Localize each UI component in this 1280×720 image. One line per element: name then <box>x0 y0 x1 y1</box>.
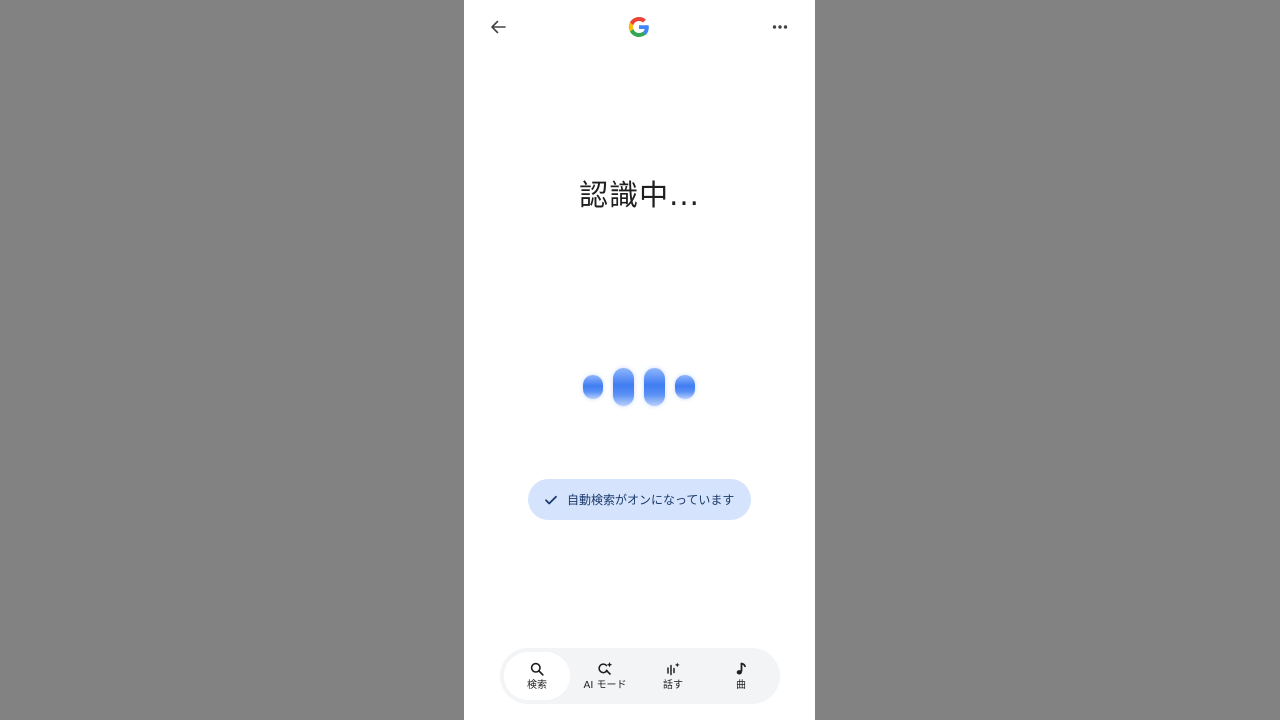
nav-item-label: 曲 <box>736 679 746 691</box>
voice-bar <box>613 368 634 406</box>
nav-item-talk[interactable]: 話す <box>640 652 706 700</box>
backdrop: 認識中... 自動検索がオンになっています 検索 AI モード 話す 曲 <box>0 0 1280 720</box>
nav-item-label: AI モード <box>583 679 627 691</box>
check-icon <box>543 492 559 508</box>
more-horiz-icon <box>772 25 788 29</box>
voice-sparkle-icon <box>665 661 681 677</box>
back-button[interactable] <box>482 11 514 43</box>
voice-bar <box>644 368 665 406</box>
top-bar <box>464 0 815 56</box>
listening-status: 認識中... <box>579 178 700 212</box>
nav-item-song[interactable]: 曲 <box>708 652 774 700</box>
bottom-nav: 検索 AI モード 話す 曲 <box>500 648 780 704</box>
nav-item-label: 検索 <box>527 679 547 691</box>
nav-item-ai-mode[interactable]: AI モード <box>572 652 638 700</box>
google-g-logo <box>628 17 649 37</box>
search-icon <box>529 661 545 677</box>
assistant-screen: 認識中... 自動検索がオンになっています 検索 AI モード 話す 曲 <box>464 0 815 720</box>
auto-search-label: 自動検索がオンになっています <box>567 493 735 507</box>
arrow-left-icon <box>491 20 506 34</box>
auto-search-chip[interactable]: 自動検索がオンになっています <box>528 479 751 520</box>
ai-search-icon <box>597 661 613 677</box>
voice-bar <box>675 375 695 399</box>
more-options-button[interactable] <box>764 11 796 43</box>
voice-wave-animation <box>582 366 698 408</box>
music-note-icon <box>733 661 749 677</box>
nav-item-label: 話す <box>663 679 683 691</box>
nav-item-search[interactable]: 検索 <box>504 652 570 700</box>
voice-bar <box>583 375 603 399</box>
